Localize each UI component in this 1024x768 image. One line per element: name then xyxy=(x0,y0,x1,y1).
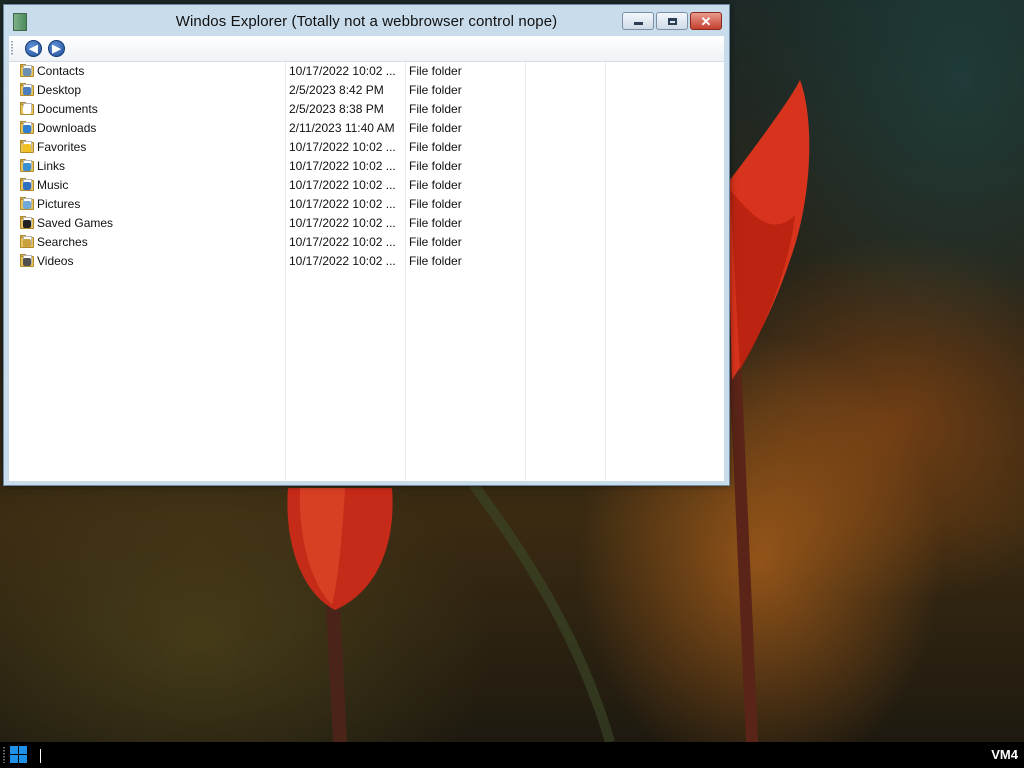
music-folder-icon xyxy=(20,178,35,191)
forward-button[interactable]: ▶ xyxy=(48,40,65,57)
file-type: File folder xyxy=(409,102,462,116)
file-name: Contacts xyxy=(37,64,85,78)
file-name: Links xyxy=(37,159,66,173)
file-row[interactable]: Searches 10/17/2022 10:02 ... File folder xyxy=(9,233,724,252)
minimize-icon xyxy=(633,21,643,25)
taskbar: VM4 xyxy=(0,742,1024,768)
arrow-right-icon: ▶ xyxy=(52,43,61,55)
file-name: Music xyxy=(37,178,69,192)
file-type: File folder xyxy=(409,83,462,97)
downloads-folder-icon xyxy=(20,121,35,134)
back-button[interactable]: ◀ xyxy=(25,40,42,57)
file-type: File folder xyxy=(409,159,462,173)
file-row[interactable]: Documents 2/5/2023 8:38 PM File folder xyxy=(9,100,724,119)
file-type: File folder xyxy=(409,140,462,154)
file-date-modified: 10/17/2022 10:02 ... xyxy=(289,159,396,173)
file-name: Documents xyxy=(37,102,98,116)
file-row[interactable]: Links 10/17/2022 10:02 ... File folder xyxy=(9,157,724,176)
file-list: Contacts 10/17/2022 10:02 ... File folder D… xyxy=(9,62,724,481)
file-type: File folder xyxy=(409,178,462,192)
file-type: File folder xyxy=(409,64,462,78)
file-date-modified: 2/5/2023 8:38 PM xyxy=(289,102,384,116)
file-name: Favorites xyxy=(37,140,87,154)
file-type: File folder xyxy=(409,235,462,249)
windows-logo-icon xyxy=(10,746,18,754)
title-bar[interactable]: Windos Explorer (Totally not a webbrowse… xyxy=(4,5,729,37)
file-type: File folder xyxy=(409,254,462,268)
minimize-button[interactable] xyxy=(622,12,654,30)
vm-label: VM4 xyxy=(991,747,1018,762)
navigation-toolbar: ◀ ▶ xyxy=(9,36,724,62)
file-name: Saved Games xyxy=(37,216,114,230)
maximize-button[interactable] xyxy=(656,12,688,30)
file-row[interactable]: Desktop 2/5/2023 8:42 PM File folder xyxy=(9,81,724,100)
file-name: Desktop xyxy=(37,83,82,97)
documents-folder-icon xyxy=(20,102,35,115)
close-button[interactable]: ✕ xyxy=(690,12,722,30)
file-date-modified: 10/17/2022 10:02 ... xyxy=(289,197,396,211)
searches-folder-icon xyxy=(20,235,35,248)
file-name: Pictures xyxy=(37,197,81,211)
text-cursor xyxy=(40,749,41,763)
videos-folder-icon xyxy=(20,254,35,267)
toolbar-grip[interactable] xyxy=(11,41,13,56)
maximize-icon xyxy=(667,17,677,25)
file-name: Searches xyxy=(37,235,88,249)
file-date-modified: 10/17/2022 10:02 ... xyxy=(289,178,396,192)
taskbar-grip[interactable] xyxy=(3,747,5,763)
file-row[interactable]: Music 10/17/2022 10:02 ... File folder xyxy=(9,176,724,195)
start-button[interactable] xyxy=(10,746,28,764)
file-type: File folder xyxy=(409,121,462,135)
file-date-modified: 10/17/2022 10:02 ... xyxy=(289,216,396,230)
contacts-folder-icon xyxy=(20,64,35,77)
arrow-left-icon: ◀ xyxy=(29,43,38,55)
explorer-window: Windos Explorer (Totally not a webbrowse… xyxy=(3,4,730,486)
favorites-folder-icon xyxy=(20,140,35,153)
file-name: Videos xyxy=(37,254,74,268)
file-row[interactable]: Pictures 10/17/2022 10:02 ... File folder xyxy=(9,195,724,214)
pictures-folder-icon xyxy=(20,197,35,210)
file-name: Downloads xyxy=(37,121,97,135)
file-row[interactable]: Saved Games 10/17/2022 10:02 ... File fold… xyxy=(9,214,724,233)
file-row[interactable]: Favorites 10/17/2022 10:02 ... File folder xyxy=(9,138,724,157)
file-date-modified: 10/17/2022 10:02 ... xyxy=(289,235,396,249)
links-folder-icon xyxy=(20,159,35,172)
file-row[interactable]: Videos 10/17/2022 10:02 ... File folder xyxy=(9,252,724,271)
file-date-modified: 10/17/2022 10:02 ... xyxy=(289,254,396,268)
file-type: File folder xyxy=(409,216,462,230)
file-date-modified: 2/11/2023 11:40 AM xyxy=(289,121,395,135)
window-title: Windos Explorer (Totally not a webbrowse… xyxy=(175,13,558,30)
file-date-modified: 10/17/2022 10:02 ... xyxy=(289,140,396,154)
desktop-folder-icon xyxy=(20,83,35,96)
file-date-modified: 10/17/2022 10:02 ... xyxy=(289,64,396,78)
file-date-modified: 2/5/2023 8:42 PM xyxy=(289,83,384,97)
file-row[interactable]: Downloads 2/11/2023 11:40 AM File folder xyxy=(9,119,724,138)
file-type: File folder xyxy=(409,197,462,211)
file-row[interactable]: Contacts 10/17/2022 10:02 ... File folder xyxy=(9,62,724,81)
saved-games-folder-icon xyxy=(20,216,35,229)
close-icon: ✕ xyxy=(700,13,712,29)
